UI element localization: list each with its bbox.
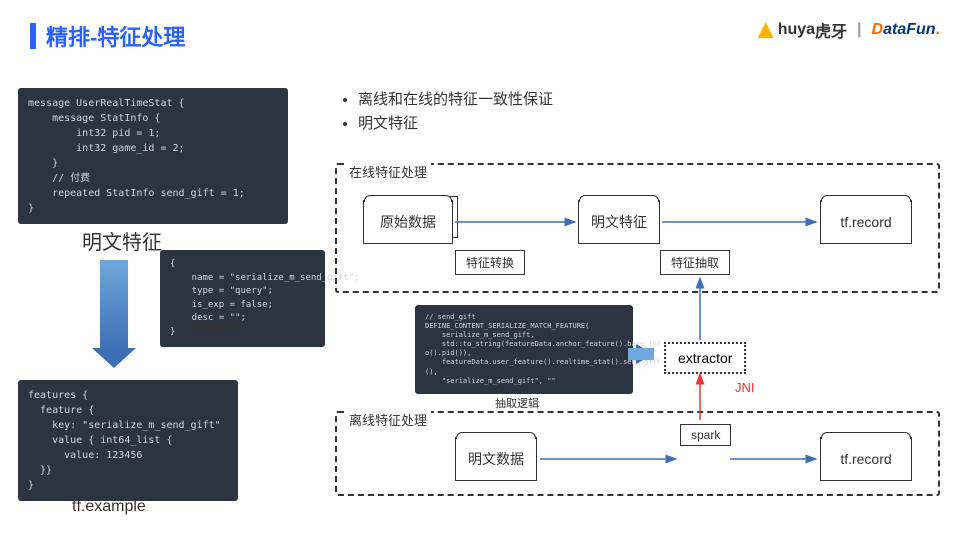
box-tfrecord-online: tf.record [820, 200, 912, 244]
datafun-d: D [872, 21, 884, 38]
label-extract-logic: 抽取逻辑 [495, 395, 539, 411]
bullet-1: 离线和在线的特征一致性保证 [358, 88, 553, 112]
box-feature-convert: 特征转换 [455, 250, 525, 275]
logo-separator: | [857, 21, 861, 39]
code-proto: message UserRealTimeStat { message StatI… [18, 88, 288, 224]
label-plain-feature: 明文特征 [82, 226, 162, 255]
label-jni: JNI [735, 380, 755, 395]
datafun-rest: ataFun [883, 21, 935, 38]
box-feature-extract: 特征抽取 [660, 250, 730, 275]
code-query: { name = "serialize_m_send_gift"; type =… [160, 250, 325, 347]
box-tfrecord-offline: tf.record [820, 437, 912, 481]
logo-group: huya 虎牙 | DataFun. [758, 18, 940, 42]
box-raw-data: 原始数据 [363, 200, 453, 244]
box-extractor: extractor [664, 342, 746, 374]
right-arrow-icon [636, 344, 654, 364]
huya-text-cn: 虎牙 [815, 18, 847, 42]
huya-text-en: huya [778, 21, 815, 39]
label-tf-example: tf.example [72, 498, 146, 516]
datafun-logo: DataFun. [872, 21, 940, 39]
bullet-list: 离线和在线的特征一致性保证 明文特征 [340, 88, 553, 136]
label-algo-use: 算法使用 [192, 318, 240, 335]
code-extract-logic: // send_gift DEFINE_CONTENT_SERIALIZE_MA… [415, 305, 633, 394]
box-plain-feature: 明文特征 [578, 200, 660, 244]
box-spark: spark [680, 424, 731, 446]
title-accent-bar [30, 23, 36, 49]
title-text: 精排-特征处理 [46, 20, 185, 52]
datafun-dot: . [936, 21, 940, 38]
offline-region-label: 离线特征处理 [345, 410, 431, 429]
huya-logo: huya 虎牙 [758, 18, 847, 42]
huya-icon [758, 22, 774, 38]
slide-title: 精排-特征处理 [30, 20, 185, 52]
down-arrow-icon [100, 260, 128, 350]
online-region-label: 在线特征处理 [345, 162, 431, 181]
code-features: features { feature { key: "serialize_m_s… [18, 380, 238, 501]
box-plain-data: 明文数据 [455, 437, 537, 481]
bullet-2: 明文特征 [358, 112, 553, 136]
